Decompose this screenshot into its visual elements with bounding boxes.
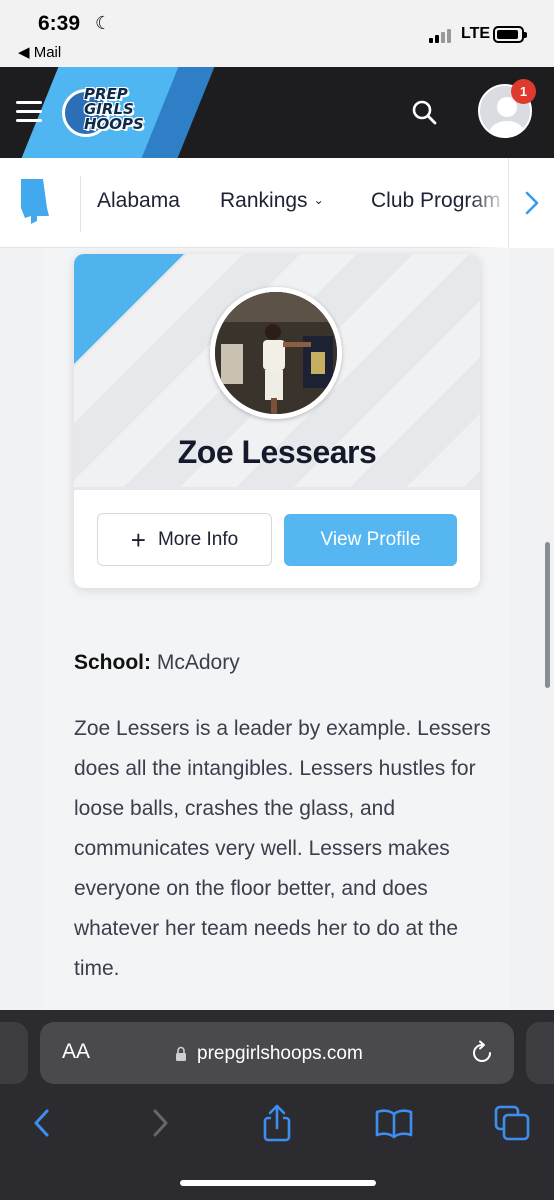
bookmarks-icon[interactable] <box>374 1103 414 1143</box>
player-card: Zoe Lessears + More Info View Profile <box>74 254 480 588</box>
school-line: School: McAdory <box>74 651 240 675</box>
home-indicator[interactable] <box>180 1180 376 1186</box>
card-accent-corner <box>74 254 184 364</box>
card-divider <box>74 487 480 490</box>
battery-icon <box>493 26 527 43</box>
network-type: LTE <box>461 25 491 42</box>
chevron-down-icon: ⌄ <box>313 193 324 207</box>
nav-item-rankings[interactable]: Rankings ⌄ <box>220 189 324 213</box>
chevron-right-icon <box>525 191 539 215</box>
do-not-disturb-icon: ☾ <box>95 13 112 33</box>
cellular-signal-icon <box>429 28 455 43</box>
reload-icon[interactable] <box>469 1040 495 1066</box>
url-text[interactable]: prepgirlshoops.com <box>197 1043 363 1065</box>
nav-item-alabama[interactable]: Alabama <box>97 189 180 213</box>
player-description: Zoe Lessers is a leader by example. Less… <box>74 717 491 980</box>
status-time: 6:39 <box>38 12 81 35</box>
status-bar: 6:39 ☾ ◀ Mail LTE <box>0 0 554 67</box>
alabama-state-icon[interactable] <box>17 178 51 226</box>
player-photo[interactable] <box>210 287 342 419</box>
share-icon[interactable] <box>257 1103 297 1143</box>
browser-toolbar: AA prepgirlshoops.com <box>0 1010 554 1200</box>
forward-icon[interactable] <box>140 1103 180 1143</box>
more-info-button[interactable]: + More Info <box>97 513 272 566</box>
back-to-app-link[interactable]: ◀ Mail <box>18 43 61 61</box>
lock-icon <box>176 1046 186 1061</box>
notification-badge[interactable]: 1 <box>511 79 536 104</box>
school-label: School: <box>74 651 151 674</box>
site-logo[interactable]: PREP GIRLS HOOPS <box>62 87 148 139</box>
menu-icon[interactable] <box>16 101 42 123</box>
site-header: PREP GIRLS HOOPS <box>0 67 554 158</box>
previous-tab-peek[interactable] <box>0 1022 28 1084</box>
back-icon[interactable] <box>22 1103 62 1143</box>
player-card-banner: Zoe Lessears <box>74 254 480 487</box>
tabs-icon[interactable] <box>492 1103 532 1143</box>
next-tab-peek[interactable] <box>526 1022 554 1084</box>
logo-wordmark: PREP GIRLS HOOPS <box>84 85 144 133</box>
address-bar[interactable]: AA prepgirlshoops.com <box>40 1022 514 1084</box>
sub-navigation: Alabama Rankings ⌄ Club Program <box>0 158 554 248</box>
divider <box>80 176 81 232</box>
page-scrollbar[interactable] <box>545 542 550 688</box>
search-icon[interactable] <box>410 98 438 126</box>
reader-options-button[interactable]: AA <box>62 1040 90 1064</box>
nav-fade <box>470 158 508 248</box>
school-value: McAdory <box>156 651 240 674</box>
nav-scroll-right-button[interactable] <box>508 158 554 248</box>
view-profile-button[interactable]: View Profile <box>284 514 457 566</box>
plus-icon: + <box>130 524 146 555</box>
player-name: Zoe Lessears <box>177 434 377 470</box>
